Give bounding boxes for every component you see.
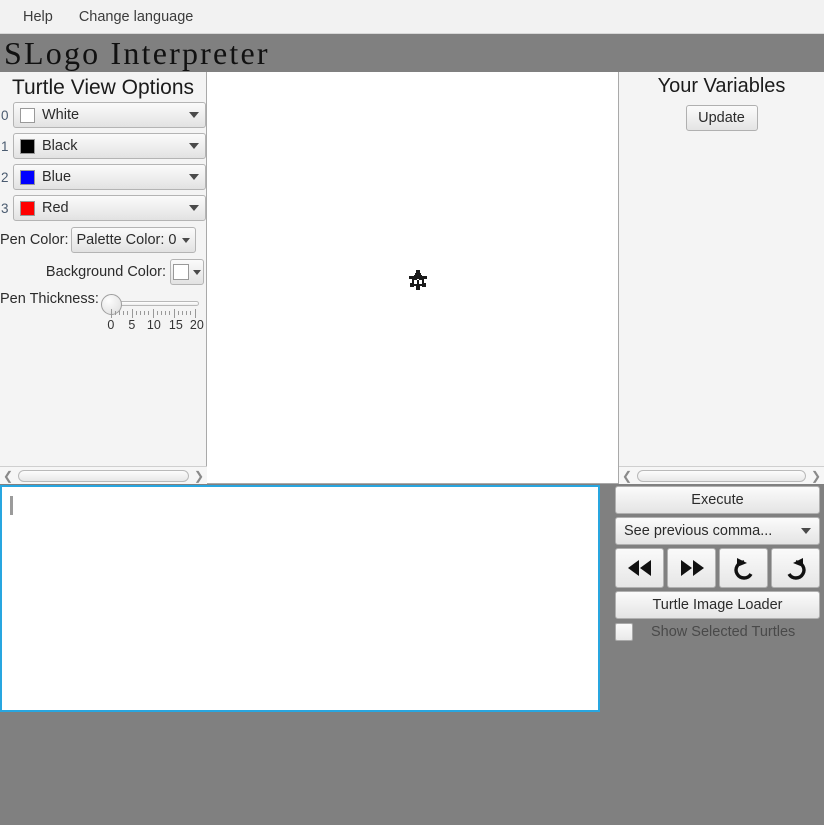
pen-color-row: Pen Color: Palette Color: 0 — [0, 226, 206, 254]
palette-row: 1 Black — [0, 132, 206, 160]
palette-index-3: 3 — [1, 200, 9, 216]
color-swatch-red — [20, 200, 35, 216]
tick-label-15: 15 — [168, 318, 183, 332]
chevron-left-icon[interactable]: ❮ — [619, 467, 635, 485]
show-selected-turtles-checkbox[interactable] — [615, 623, 633, 641]
turtle-view-options-panel: Turtle View Options 0 White 1 Black 2 Bl… — [0, 72, 207, 484]
pen-thickness-label: Pen Thickness: — [0, 291, 99, 307]
chevron-right-icon[interactable]: ❯ — [808, 467, 824, 485]
turtle-view-options-title: Turtle View Options — [11, 76, 195, 99]
undo-button[interactable] — [719, 548, 768, 588]
variables-panel-title: Your Variables — [657, 75, 786, 97]
scrollbar-thumb[interactable] — [18, 469, 189, 482]
text-cursor — [10, 496, 13, 515]
pen-thickness-row: Pen Thickness: 0 5 10 15 20 — [0, 291, 206, 332]
update-variables-button[interactable]: Update — [685, 105, 758, 131]
slider-tick-labels: 0 5 10 15 20 — [101, 318, 205, 334]
palette-row: 0 White — [0, 101, 206, 129]
chevron-right-icon[interactable]: ❯ — [191, 467, 207, 485]
variables-panel: Your Variables Update — [618, 72, 824, 484]
fast-forward-icon — [680, 560, 704, 576]
background-color-picker[interactable] — [170, 259, 204, 285]
navigation-buttons — [615, 548, 820, 588]
command-input[interactable] — [0, 485, 600, 712]
chevron-down-icon — [801, 528, 811, 534]
show-selected-turtles-row: Show Selected Turtles — [615, 623, 820, 641]
color-swatch-white — [20, 107, 35, 123]
chevron-down-icon — [189, 205, 199, 211]
chevron-down-icon — [189, 174, 199, 180]
execute-button[interactable]: Execute — [615, 486, 820, 514]
pen-color-label: Pen Color: — [0, 232, 69, 248]
menu-item-help[interactable]: Help — [14, 6, 62, 28]
background-color-swatch — [173, 264, 189, 280]
chevron-down-icon — [189, 143, 199, 149]
rewind-icon — [627, 560, 651, 576]
palette-index-2: 2 — [1, 169, 9, 185]
turtle-sprite-icon — [409, 270, 427, 290]
chevron-down-icon — [189, 112, 199, 118]
left-panel-hscrollbar[interactable]: ❮ ❯ — [0, 466, 207, 484]
slider-track — [108, 301, 199, 306]
chevron-down-icon — [181, 237, 190, 243]
redo-icon — [787, 558, 806, 580]
scrollbar-track[interactable] — [635, 467, 808, 485]
tick-label-10: 10 — [146, 318, 161, 332]
turtle-image-loader-button[interactable]: Turtle Image Loader — [615, 591, 820, 619]
main-content-row: Turtle View Options 0 White 1 Black 2 Bl… — [0, 72, 824, 484]
tick-label-5: 5 — [128, 318, 136, 332]
background-color-label: Background Color: — [45, 264, 166, 280]
controls-panel: Execute See previous comma... Turtle Ima… — [615, 486, 820, 646]
menu-item-change-language[interactable]: Change language — [70, 6, 203, 28]
turtle-canvas[interactable] — [207, 72, 618, 484]
fast-forward-button[interactable] — [667, 548, 716, 588]
palette-label-0: White — [42, 107, 80, 123]
redo-button[interactable] — [771, 548, 820, 588]
palette-color-select-1[interactable]: Black — [13, 133, 206, 159]
color-swatch-blue — [20, 169, 35, 185]
scrollbar-track[interactable] — [16, 467, 191, 485]
page-title: SLogo Interpreter — [4, 34, 270, 71]
menu-bar: Help Change language — [0, 0, 824, 34]
palette-index-0: 0 — [1, 107, 9, 123]
pen-color-value: Palette Color: 0 — [76, 232, 177, 248]
palette-color-select-2[interactable]: Blue — [13, 164, 206, 190]
palette-row: 2 Blue — [0, 163, 206, 191]
variables-panel-hscrollbar[interactable]: ❮ ❯ — [619, 466, 824, 484]
undo-icon — [733, 558, 752, 580]
palette-color-select-3[interactable]: Red — [13, 195, 206, 221]
rewind-button[interactable] — [615, 548, 664, 588]
chevron-down-icon — [193, 269, 201, 275]
palette-row: 3 Red — [0, 194, 206, 222]
show-selected-turtles-label: Show Selected Turtles — [651, 624, 796, 640]
command-history-select[interactable]: See previous comma... — [615, 517, 820, 545]
slider-ticks — [110, 309, 197, 318]
color-swatch-black — [20, 138, 35, 154]
app-title-bar: SLogo Interpreter — [0, 34, 824, 72]
palette-index-1: 1 — [1, 138, 9, 154]
palette-label-3: Red — [42, 200, 69, 216]
pen-color-select[interactable]: Palette Color: 0 — [70, 227, 196, 253]
chevron-left-icon[interactable]: ❮ — [0, 467, 16, 485]
palette-label-1: Black — [42, 138, 78, 154]
tick-label-0: 0 — [107, 318, 115, 332]
scrollbar-thumb[interactable] — [637, 469, 806, 482]
command-history-value: See previous comma... — [624, 523, 773, 539]
palette-color-select-0[interactable]: White — [13, 102, 206, 128]
background-color-row: Background Color: — [0, 258, 206, 286]
palette-label-2: Blue — [42, 169, 72, 185]
tick-label-20: 20 — [189, 318, 204, 332]
